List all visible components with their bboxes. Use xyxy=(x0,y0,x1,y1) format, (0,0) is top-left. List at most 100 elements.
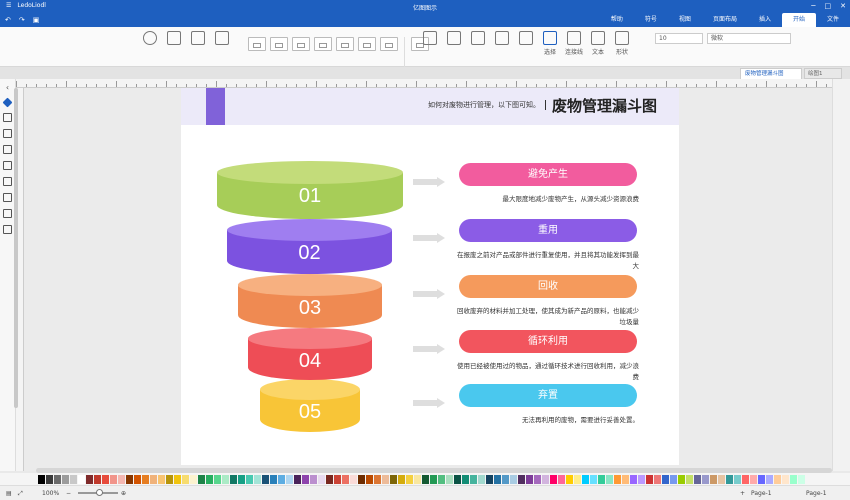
color-swatch[interactable] xyxy=(742,474,749,484)
diagram-page[interactable]: 废物管理漏斗图 如何对废物进行管理，以下图可知。 01 避免产生 最大限度地减少废物… xyxy=(181,88,679,465)
document-tab[interactable]: 废物管理漏斗图 xyxy=(740,68,802,79)
color-swatch[interactable] xyxy=(790,474,797,484)
color-swatch[interactable] xyxy=(542,474,549,484)
color-swatch[interactable] xyxy=(726,474,733,484)
fill-icon[interactable] xyxy=(212,31,232,47)
color-swatch[interactable] xyxy=(766,474,773,484)
color-swatch[interactable] xyxy=(630,474,637,484)
color-swatch[interactable] xyxy=(582,474,589,484)
color-swatch[interactable] xyxy=(782,474,789,484)
color-swatch[interactable] xyxy=(734,474,741,484)
color-swatch[interactable] xyxy=(798,474,805,484)
funnel-layer-02[interactable]: 02 xyxy=(227,219,392,274)
expand-icon[interactable] xyxy=(3,225,12,234)
color-swatch[interactable] xyxy=(438,474,445,484)
font-family-select[interactable]: 微软 xyxy=(707,33,791,44)
color-swatch[interactable] xyxy=(286,474,293,484)
color-swatch[interactable] xyxy=(262,474,269,484)
color-swatch[interactable] xyxy=(310,474,317,484)
color-swatch[interactable] xyxy=(534,474,541,484)
style-thumb[interactable] xyxy=(336,37,354,51)
color-swatch[interactable] xyxy=(670,474,677,484)
group-icon[interactable] xyxy=(492,31,512,47)
color-swatch[interactable] xyxy=(270,474,277,484)
color-swatch[interactable] xyxy=(622,474,629,484)
undo-icon[interactable]: ↶ xyxy=(5,16,11,24)
color-swatch[interactable] xyxy=(166,474,173,484)
menu-tab[interactable]: 开始 xyxy=(781,13,816,27)
color-swatch[interactable] xyxy=(486,474,493,484)
format-icon[interactable] xyxy=(3,209,12,218)
shapes-icon[interactable] xyxy=(2,97,13,108)
color-swatch[interactable] xyxy=(518,474,525,484)
color-swatch[interactable] xyxy=(294,474,301,484)
size-icon[interactable] xyxy=(516,31,536,47)
color-swatch[interactable] xyxy=(70,474,77,484)
color-swatch[interactable] xyxy=(366,474,373,484)
color-swatch[interactable] xyxy=(718,474,725,484)
minimize-icon[interactable]: ─ xyxy=(811,2,815,10)
color-swatch[interactable] xyxy=(446,474,453,484)
text-tool[interactable]: 文本 xyxy=(588,31,608,56)
redo-icon[interactable]: ↷ xyxy=(19,16,25,24)
stage-label[interactable]: 循环利用 xyxy=(459,330,637,353)
color-swatch[interactable] xyxy=(478,474,485,484)
vertical-scrollbar[interactable] xyxy=(14,88,18,408)
rotate-icon[interactable] xyxy=(188,31,208,47)
menu-tab[interactable]: 文件 xyxy=(816,13,850,27)
color-swatch[interactable] xyxy=(454,474,461,484)
color-swatch[interactable] xyxy=(182,474,189,484)
color-swatch[interactable] xyxy=(590,474,597,484)
color-swatch[interactable] xyxy=(198,474,205,484)
color-swatch[interactable] xyxy=(646,474,653,484)
funnel-layer-03[interactable]: 03 xyxy=(238,274,382,328)
color-swatch[interactable] xyxy=(190,474,197,484)
image-icon[interactable] xyxy=(3,145,12,154)
arrange-icon[interactable] xyxy=(420,31,440,47)
document-tab-2[interactable]: 绘图1 xyxy=(804,68,842,79)
menu-tab[interactable]: 符号 xyxy=(634,13,668,27)
color-swatch[interactable] xyxy=(38,474,45,484)
page-title[interactable]: 废物管理漏斗图 xyxy=(552,95,657,116)
page-selector[interactable]: Page-1 xyxy=(751,490,772,497)
color-swatch[interactable] xyxy=(566,474,573,484)
color-swatch[interactable] xyxy=(398,474,405,484)
color-swatch[interactable] xyxy=(422,474,429,484)
color-swatch[interactable] xyxy=(150,474,157,484)
color-swatch[interactable] xyxy=(638,474,645,484)
zoom-level[interactable]: 100% xyxy=(42,490,59,497)
color-swatch[interactable] xyxy=(374,474,381,484)
crop-icon[interactable] xyxy=(164,31,184,47)
color-swatch[interactable] xyxy=(382,474,389,484)
canvas[interactable]: 废物管理漏斗图 如何对废物进行管理，以下图可知。 01 避免产生 最大限度地减少废物… xyxy=(24,88,832,471)
collapse-icon[interactable]: ‹ xyxy=(6,83,9,92)
color-swatch[interactable] xyxy=(142,474,149,484)
funnel-layer-05[interactable]: 05 xyxy=(260,379,360,432)
color-swatch[interactable] xyxy=(598,474,605,484)
stage-description[interactable]: 回收废弃的材料并加工处理，使其成为新产品的原料，也能减少垃圾量 xyxy=(455,306,639,328)
connector-tool[interactable]: 连接线 xyxy=(564,31,584,56)
stage-label[interactable]: 避免产生 xyxy=(459,163,637,186)
color-swatch[interactable] xyxy=(430,474,437,484)
stage-description[interactable]: 无法再利用的废物，需要进行妥善处置。 xyxy=(455,415,639,426)
color-swatch[interactable] xyxy=(654,474,661,484)
zoom-tool-icon[interactable] xyxy=(140,31,160,47)
color-swatch[interactable] xyxy=(246,474,253,484)
color-swatch[interactable] xyxy=(558,474,565,484)
color-swatch[interactable] xyxy=(102,474,109,484)
color-swatch[interactable] xyxy=(710,474,717,484)
color-swatch[interactable] xyxy=(110,474,117,484)
color-swatch[interactable] xyxy=(126,474,133,484)
menu-tab[interactable]: 插入 xyxy=(748,13,782,27)
stage-description[interactable]: 使用已经被使用过的物品，通过循环技术进行回收利用，减少浪费 xyxy=(455,361,639,383)
color-swatch[interactable] xyxy=(606,474,613,484)
color-swatch[interactable] xyxy=(358,474,365,484)
page-nav-icon[interactable]: ▤ xyxy=(6,490,12,497)
funnel-layer-01[interactable]: 01 xyxy=(217,161,403,219)
color-swatch[interactable] xyxy=(350,474,357,484)
color-swatch[interactable] xyxy=(774,474,781,484)
current-page-tab[interactable]: Page-1 xyxy=(806,490,827,497)
color-swatch[interactable] xyxy=(206,474,213,484)
color-swatch[interactable] xyxy=(302,474,309,484)
menu-tab[interactable]: 页面布局 xyxy=(702,13,748,27)
